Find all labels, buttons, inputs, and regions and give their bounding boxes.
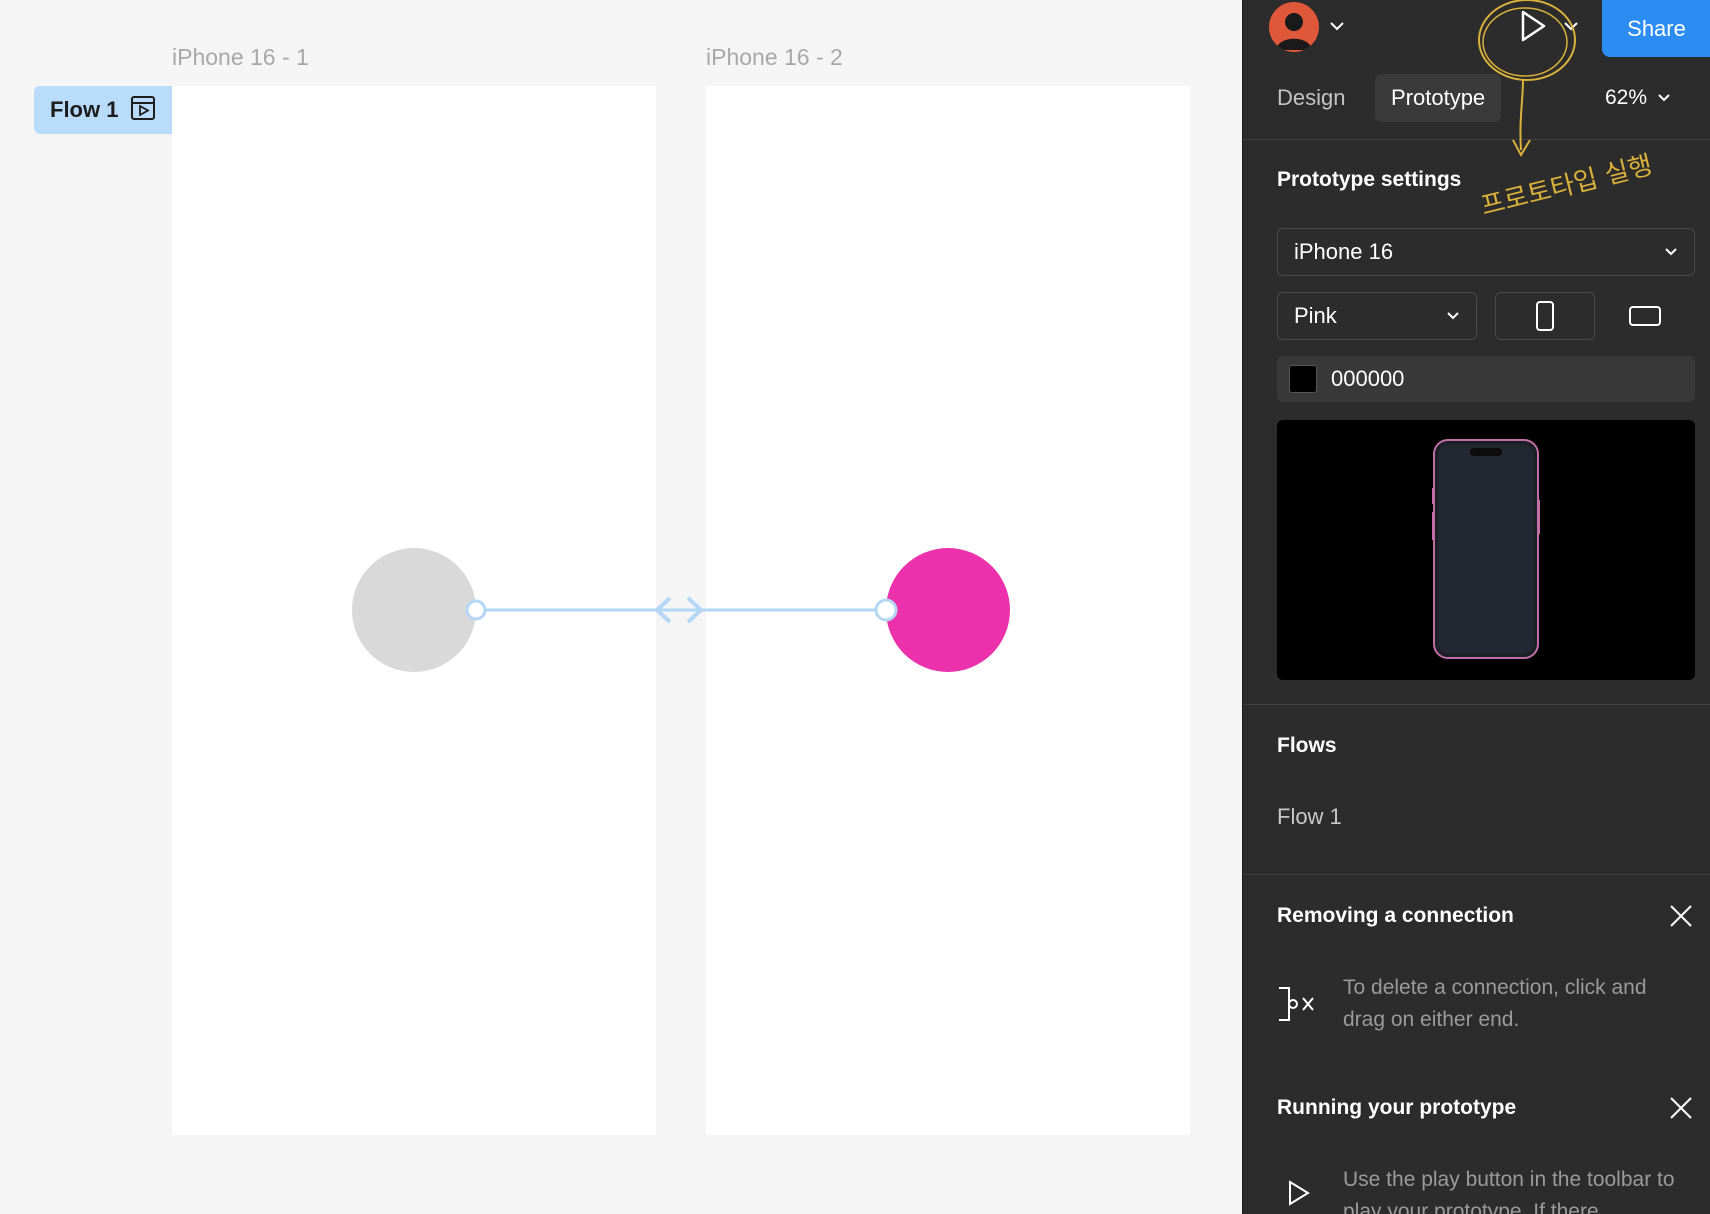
background-color-field[interactable]: 000000 xyxy=(1277,356,1695,402)
chevron-down-icon xyxy=(1447,312,1459,320)
divider xyxy=(1243,704,1710,705)
zoom-level: 62% xyxy=(1605,86,1648,109)
tip-remove-connection-text: To delete a connection, click and drag o… xyxy=(1343,976,1647,1031)
share-button[interactable]: Share xyxy=(1602,0,1710,57)
landscape-icon xyxy=(1629,306,1661,326)
prototype-settings-title: Prototype settings xyxy=(1277,168,1462,191)
close-icon[interactable] xyxy=(1667,902,1695,930)
tip-running-prototype-title: Running your prototype xyxy=(1277,1096,1517,1119)
zoom-control[interactable]: 62% xyxy=(1605,74,1671,122)
chevron-down-icon xyxy=(1665,248,1677,256)
annotation-text: 프로토타입 실행 xyxy=(1478,150,1656,222)
play-options-chevron-icon[interactable] xyxy=(1561,16,1581,36)
connection-end-handle xyxy=(874,598,898,622)
zoom-chevron-icon xyxy=(1658,94,1670,102)
prototype-connection[interactable] xyxy=(0,0,1242,1214)
flow-list-item[interactable]: Flow 1 xyxy=(1277,804,1342,830)
orientation-portrait-button[interactable] xyxy=(1495,292,1595,340)
panel-toolbar: Share xyxy=(1243,0,1710,57)
play-icon[interactable] xyxy=(1513,6,1553,46)
divider xyxy=(1243,874,1710,875)
properties-panel: Share Design Prototype 62% Prototype set… xyxy=(1242,0,1710,1214)
tip-running-prototype-text: Use the play button in the toolbar to pl… xyxy=(1343,1168,1675,1214)
phone-mockup-icon xyxy=(1432,439,1540,659)
play-outline-icon xyxy=(1287,1180,1311,1211)
close-icon[interactable] xyxy=(1667,1094,1695,1122)
user-avatar-icon[interactable] xyxy=(1269,2,1319,52)
tip-remove-connection-title: Removing a connection xyxy=(1277,904,1514,927)
disconnect-icon xyxy=(1277,986,1317,1027)
design-canvas[interactable]: iPhone 16 - 1 iPhone 16 - 2 Flow 1 xyxy=(0,0,1242,1214)
account-chevron-down-icon[interactable] xyxy=(1327,16,1347,36)
device-color-value: Pink xyxy=(1294,303,1337,328)
connection-start-handle xyxy=(465,599,487,621)
tab-design[interactable]: Design xyxy=(1261,74,1361,122)
orientation-landscape-button[interactable] xyxy=(1595,292,1695,340)
portrait-icon xyxy=(1536,301,1554,331)
divider xyxy=(1243,139,1710,140)
device-select[interactable]: iPhone 16 xyxy=(1277,228,1695,276)
flows-title: Flows xyxy=(1277,734,1337,757)
device-color-select[interactable]: Pink xyxy=(1277,292,1477,340)
background-color-hex[interactable]: 000000 xyxy=(1331,366,1404,392)
tab-prototype[interactable]: Prototype xyxy=(1375,74,1502,122)
device-preview xyxy=(1277,420,1695,680)
background-color-swatch[interactable] xyxy=(1289,365,1317,393)
device-select-value: iPhone 16 xyxy=(1294,239,1394,264)
